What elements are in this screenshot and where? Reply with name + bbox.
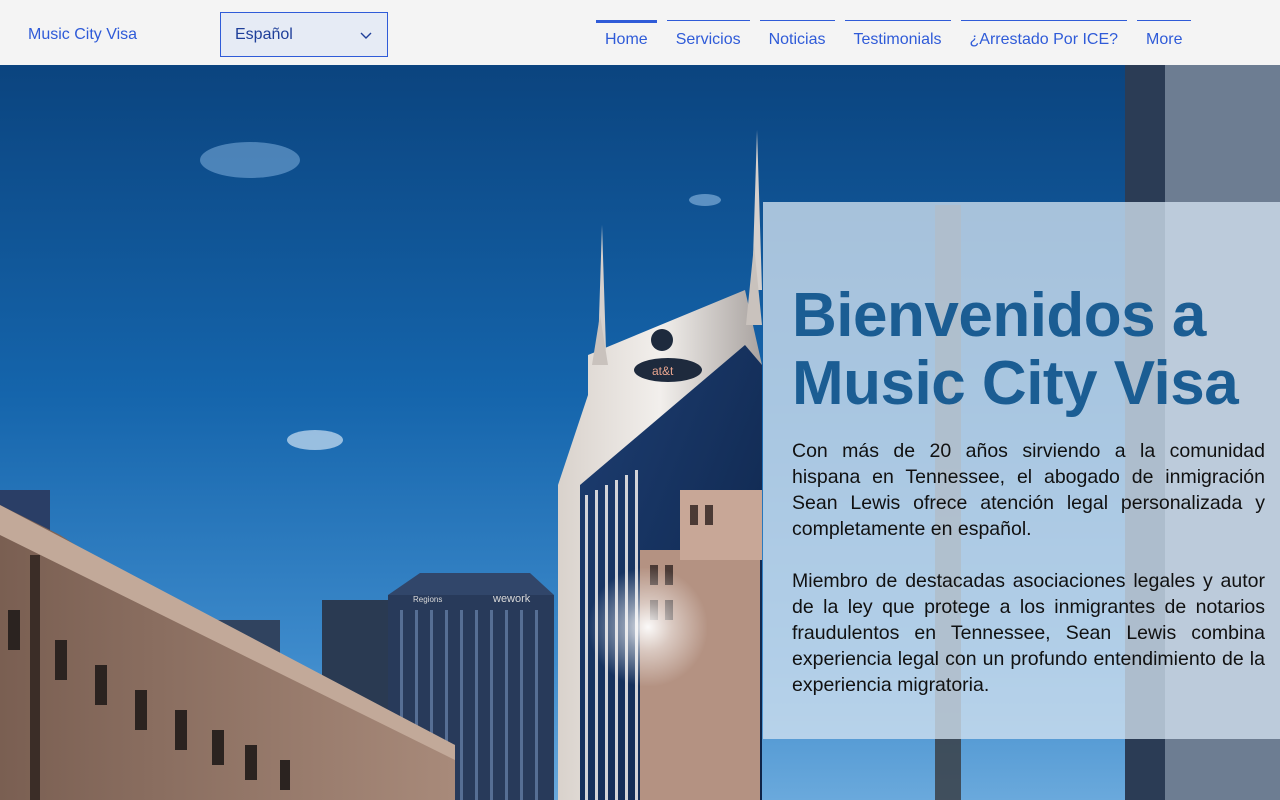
hero-section: at&t wework Regions Bienvenidos a Music … — [0, 65, 1280, 800]
main-nav: Home Servicios Noticias Testimonials ¿Ar… — [596, 20, 1201, 60]
nav-item-label: Noticias — [768, 31, 826, 48]
sign-wework: wework — [492, 593, 531, 605]
site-title-link[interactable]: Music City Visa — [28, 26, 137, 44]
sign-att: at&t — [652, 364, 674, 378]
language-select[interactable]: Español — [220, 12, 388, 57]
nav-item-label: Testimonials — [853, 31, 942, 48]
nav-item-noticias[interactable]: Noticias — [759, 20, 835, 60]
language-select-value: Español — [235, 25, 293, 43]
nav-item-label: More — [1146, 31, 1183, 48]
nav-item-label: ¿Arrestado Por ICE? — [969, 31, 1119, 48]
nav-item-label: Home — [605, 31, 648, 48]
hero-heading: Bienvenidos a Music City Visa — [792, 281, 1239, 418]
chevron-down-icon — [360, 32, 372, 39]
hero-paragraph-2: Miembro de destacadas asociaciones legal… — [792, 570, 1265, 696]
nav-item-more[interactable]: More — [1137, 20, 1192, 60]
welcome-panel: Bienvenidos a Music City Visa Con más de… — [763, 202, 1280, 739]
nav-item-testimonials[interactable]: Testimonials — [844, 20, 951, 60]
nav-item-arrestado-por-ice[interactable]: ¿Arrestado Por ICE? — [960, 20, 1128, 60]
hero-paragraph-1: Con más de 20 años sirviendo a la comuni… — [792, 440, 1265, 540]
site-header: Music City Visa Español Home Servicios N… — [0, 0, 1280, 65]
nav-item-label: Servicios — [675, 31, 741, 48]
sign-regions: Regions — [413, 595, 442, 604]
nav-item-servicios[interactable]: Servicios — [666, 20, 750, 60]
nav-item-home[interactable]: Home — [596, 20, 657, 60]
